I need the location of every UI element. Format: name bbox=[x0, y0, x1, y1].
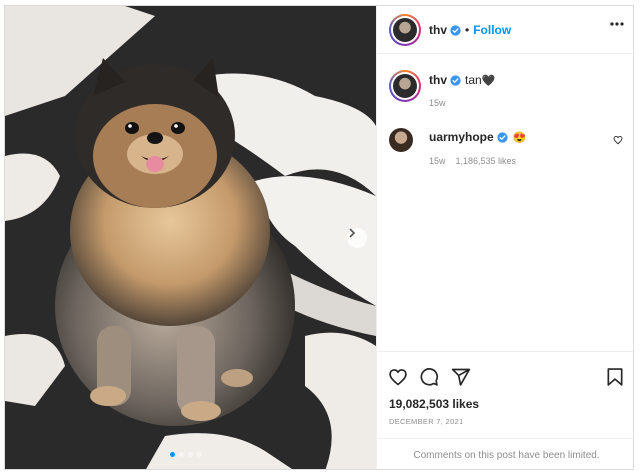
commenter-avatar[interactable] bbox=[389, 128, 413, 152]
more-options-icon[interactable] bbox=[610, 22, 624, 26]
author-username[interactable]: thv bbox=[429, 23, 447, 37]
carousel-indicator bbox=[170, 452, 202, 457]
comments-limited-notice: Comments on this post have been limited. bbox=[377, 438, 633, 469]
separator-dot: • bbox=[465, 23, 470, 37]
verified-badge-icon bbox=[497, 131, 508, 143]
post-window: thv • Follow thv tan 🖤 15w uarmyhope 😍 1… bbox=[4, 5, 634, 470]
caption-emoji: 🖤 bbox=[481, 74, 496, 87]
header-author-row: thv • Follow bbox=[429, 23, 511, 37]
post-side-panel: thv • Follow thv tan 🖤 15w uarmyhope 😍 1… bbox=[376, 6, 633, 469]
post-photo[interactable] bbox=[5, 6, 376, 469]
post-actions: 19,082,503 likes DECEMBER 7, 2021 Commen… bbox=[377, 351, 633, 469]
author-avatar[interactable] bbox=[389, 14, 421, 46]
share-icon[interactable] bbox=[451, 367, 471, 387]
verified-badge-icon bbox=[450, 24, 461, 36]
carousel-dot bbox=[179, 452, 184, 457]
carousel-dot bbox=[188, 452, 193, 457]
comment-age: 15w bbox=[429, 156, 446, 166]
comment-meta: 15w 1,186,535 likes bbox=[429, 156, 516, 166]
comment-row: uarmyhope 😍 bbox=[429, 130, 526, 144]
carousel-dot bbox=[197, 452, 202, 457]
carousel-dot-active bbox=[170, 452, 175, 457]
comment-like-heart-icon[interactable] bbox=[613, 135, 623, 145]
caption-age: 15w bbox=[429, 98, 446, 108]
caption-text: tan bbox=[465, 73, 482, 87]
dog-photo-image bbox=[5, 6, 376, 469]
verified-badge-icon bbox=[450, 74, 461, 86]
follow-button[interactable]: Follow bbox=[473, 23, 511, 37]
comment-icon[interactable] bbox=[419, 367, 439, 387]
bookmark-icon[interactable] bbox=[606, 367, 624, 387]
caption-row: thv tan 🖤 bbox=[429, 73, 495, 87]
comment-text: 😍 bbox=[512, 131, 527, 144]
comment-username[interactable]: uarmyhope bbox=[429, 130, 494, 144]
carousel-next-button[interactable] bbox=[347, 228, 367, 248]
comment-likes[interactable]: 1,186,535 likes bbox=[456, 156, 517, 166]
heart-icon[interactable] bbox=[388, 367, 408, 387]
post-header: thv • Follow bbox=[377, 6, 633, 54]
chevron-right-icon bbox=[349, 228, 356, 238]
caption-author-avatar[interactable] bbox=[389, 70, 421, 102]
caption-username[interactable]: thv bbox=[429, 73, 447, 87]
like-count[interactable]: 19,082,503 likes bbox=[389, 397, 479, 411]
post-date: DECEMBER 7, 2021 bbox=[389, 417, 464, 426]
